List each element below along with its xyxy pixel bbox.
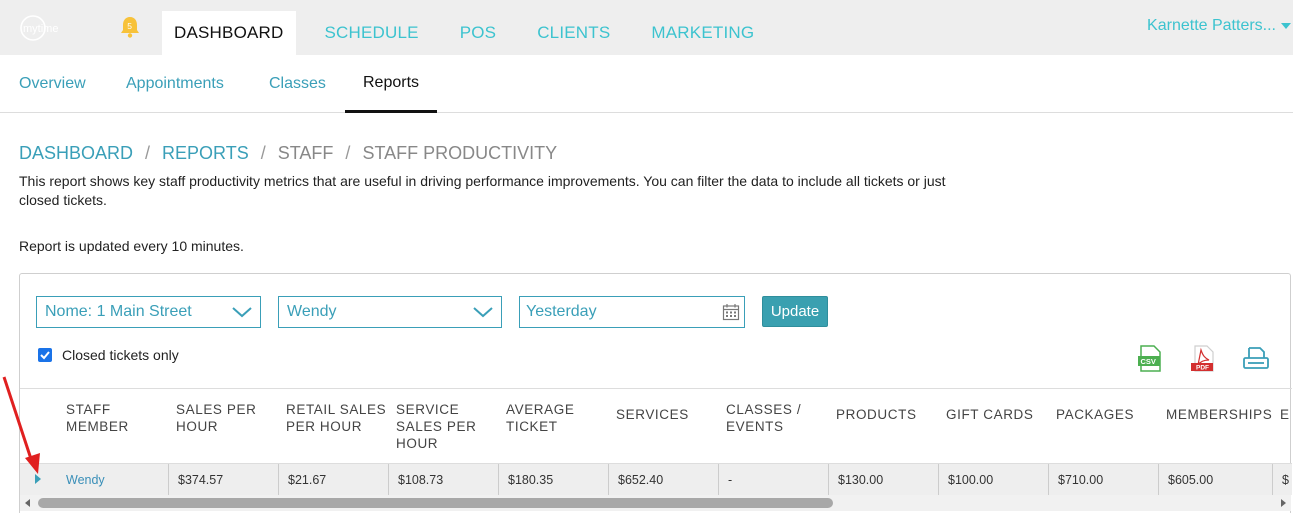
nav-marketing[interactable]: MARKETING <box>639 11 766 55</box>
column-header-products[interactable]: PRODUCTS <box>836 406 936 423</box>
report-description: This report shows key staff productivity… <box>19 173 946 208</box>
svg-text:CSV: CSV <box>1141 357 1156 366</box>
column-header-service-sales-per-hour[interactable]: SERVICE SALES PER HOUR <box>396 401 492 452</box>
breadcrumb-separator: / <box>145 143 151 163</box>
table-row[interactable]: Wendy $374.57 $21.67 $108.73 $180.35 $65… <box>20 463 1292 496</box>
notification-bell-icon[interactable]: 5 <box>119 14 141 40</box>
cell-packages: $710.00 <box>1048 464 1158 496</box>
closed-tickets-label[interactable]: Closed tickets only <box>62 347 179 363</box>
cell-service-sales-per-hour: $108.73 <box>388 464 498 496</box>
mytime-logo[interactable]: mytime <box>20 15 80 41</box>
calendar-icon[interactable] <box>722 303 740 321</box>
cell-classes-events: - <box>718 464 828 496</box>
breadcrumb-separator: / <box>345 143 351 163</box>
chevron-down-icon <box>232 307 252 318</box>
column-header-retail-sales-per-hour[interactable]: RETAIL SALES PER HOUR <box>286 401 396 435</box>
checkmark-icon <box>40 351 50 360</box>
location-select[interactable]: Nome: 1 Main Street <box>36 296 261 328</box>
cell-products: $130.00 <box>828 464 938 496</box>
closed-tickets-checkbox[interactable] <box>38 348 52 362</box>
csv-icon[interactable]: CSV <box>1136 344 1164 374</box>
staff-select[interactable]: Wendy <box>278 296 502 328</box>
user-menu[interactable]: Karnette Patters... <box>1147 17 1291 35</box>
column-header-classes-events[interactable]: CLASSES / EVENTS <box>726 401 826 435</box>
user-name: Karnette Patters... <box>1147 17 1276 34</box>
nav-pos[interactable]: POS <box>448 11 509 55</box>
breadcrumb-staff: STAFF <box>277 143 334 163</box>
breadcrumb-separator: / <box>260 143 266 163</box>
nav-schedule[interactable]: SCHEDULE <box>313 11 431 55</box>
update-frequency-note: Report is updated every 10 minutes. <box>19 238 244 254</box>
cell-gift-cards: $100.00 <box>938 464 1048 496</box>
dashboard-subnav: Overview Appointments Classes Reports <box>0 55 1293 113</box>
nav-clients[interactable]: CLIENTS <box>525 11 622 55</box>
cell-sales-per-hour: $374.57 <box>168 464 278 496</box>
tab-classes[interactable]: Classes <box>269 55 326 113</box>
pdf-icon[interactable]: PDF <box>1189 344 1217 374</box>
location-select-value: Nome: 1 Main Street <box>45 303 192 320</box>
breadcrumb-reports[interactable]: REPORTS <box>162 143 249 164</box>
column-header-services[interactable]: SERVICES <box>616 406 716 423</box>
logo-text: mytime <box>23 23 58 35</box>
print-icon[interactable] <box>1242 344 1270 374</box>
column-header-truncated[interactable]: E <box>1280 406 1292 423</box>
date-picker-input[interactable]: Yesterday <box>519 296 745 328</box>
column-header-memberships[interactable]: MEMBERSHIPS <box>1166 406 1276 423</box>
tab-appointments[interactable]: Appointments <box>126 55 224 113</box>
scrollbar-thumb[interactable] <box>38 498 833 508</box>
table-header: STAFF MEMBER SALES PER HOUR RETAIL SALES… <box>20 388 1292 462</box>
cell-average-ticket: $180.35 <box>498 464 608 496</box>
top-navigation-bar: mytime 5 DASHBOARD SCHEDULE POS CLIENTS … <box>0 0 1293 55</box>
scroll-right-arrow-icon[interactable] <box>1281 499 1286 507</box>
scroll-left-arrow-icon[interactable] <box>25 499 30 507</box>
chevron-down-icon <box>473 307 493 318</box>
tab-overview[interactable]: Overview <box>19 55 86 113</box>
cell-memberships: $605.00 <box>1158 464 1272 496</box>
main-nav: DASHBOARD SCHEDULE POS CLIENTS MARKETING <box>162 11 783 55</box>
cell-staff-member-link[interactable]: Wendy <box>66 464 168 496</box>
staff-select-value: Wendy <box>287 303 337 320</box>
breadcrumb-dashboard[interactable]: DASHBOARD <box>19 143 133 164</box>
update-button[interactable]: Update <box>762 296 828 327</box>
cell-services: $652.40 <box>608 464 718 496</box>
column-header-packages[interactable]: PACKAGES <box>1056 406 1156 423</box>
svg-text:PDF: PDF <box>1196 365 1209 372</box>
cell-truncated: $ <box>1272 464 1292 496</box>
horizontal-scrollbar[interactable] <box>20 495 1291 511</box>
breadcrumb: DASHBOARD / REPORTS / STAFF / STAFF PROD… <box>19 143 557 164</box>
column-header-average-ticket[interactable]: AVERAGE TICKET <box>506 401 606 435</box>
tab-reports[interactable]: Reports <box>345 55 438 113</box>
column-header-gift-cards[interactable]: GIFT CARDS <box>946 406 1046 423</box>
cell-retail-sales-per-hour: $21.67 <box>278 464 388 496</box>
annotation-arrow-icon <box>2 376 40 474</box>
notification-count: 5 <box>127 21 132 31</box>
nav-dashboard[interactable]: DASHBOARD <box>162 11 296 55</box>
column-header-staff-member[interactable]: STAFF MEMBER <box>66 401 156 435</box>
caret-down-icon <box>1281 23 1291 29</box>
column-header-sales-per-hour[interactable]: SALES PER HOUR <box>176 401 276 435</box>
breadcrumb-staff-productivity: STAFF PRODUCTIVITY <box>362 143 558 163</box>
date-picker-value: Yesterday <box>526 303 597 320</box>
